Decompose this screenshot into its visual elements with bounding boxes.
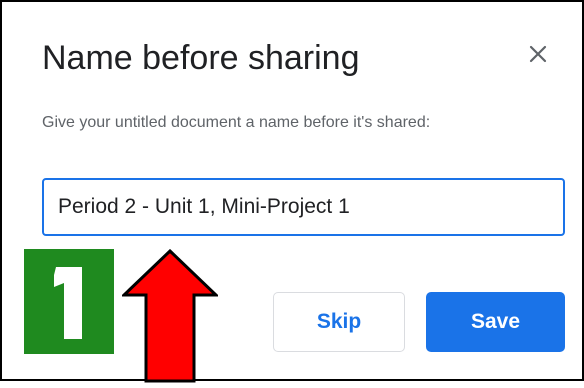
save-button[interactable]: Save — [426, 292, 565, 352]
dialog: Name before sharing Give your untitled d… — [0, 0, 584, 383]
up-arrow-icon — [120, 248, 220, 388]
close-icon — [528, 44, 548, 69]
dialog-subtitle: Give your untitled document a name befor… — [42, 114, 431, 131]
step-badge: 1 — [24, 249, 114, 354]
document-name-input[interactable] — [42, 178, 565, 236]
step-number-one-shape — [54, 267, 82, 339]
close-button[interactable] — [522, 40, 554, 72]
skip-button[interactable]: Skip — [273, 292, 405, 352]
dialog-title: Name before sharing — [42, 39, 360, 77]
